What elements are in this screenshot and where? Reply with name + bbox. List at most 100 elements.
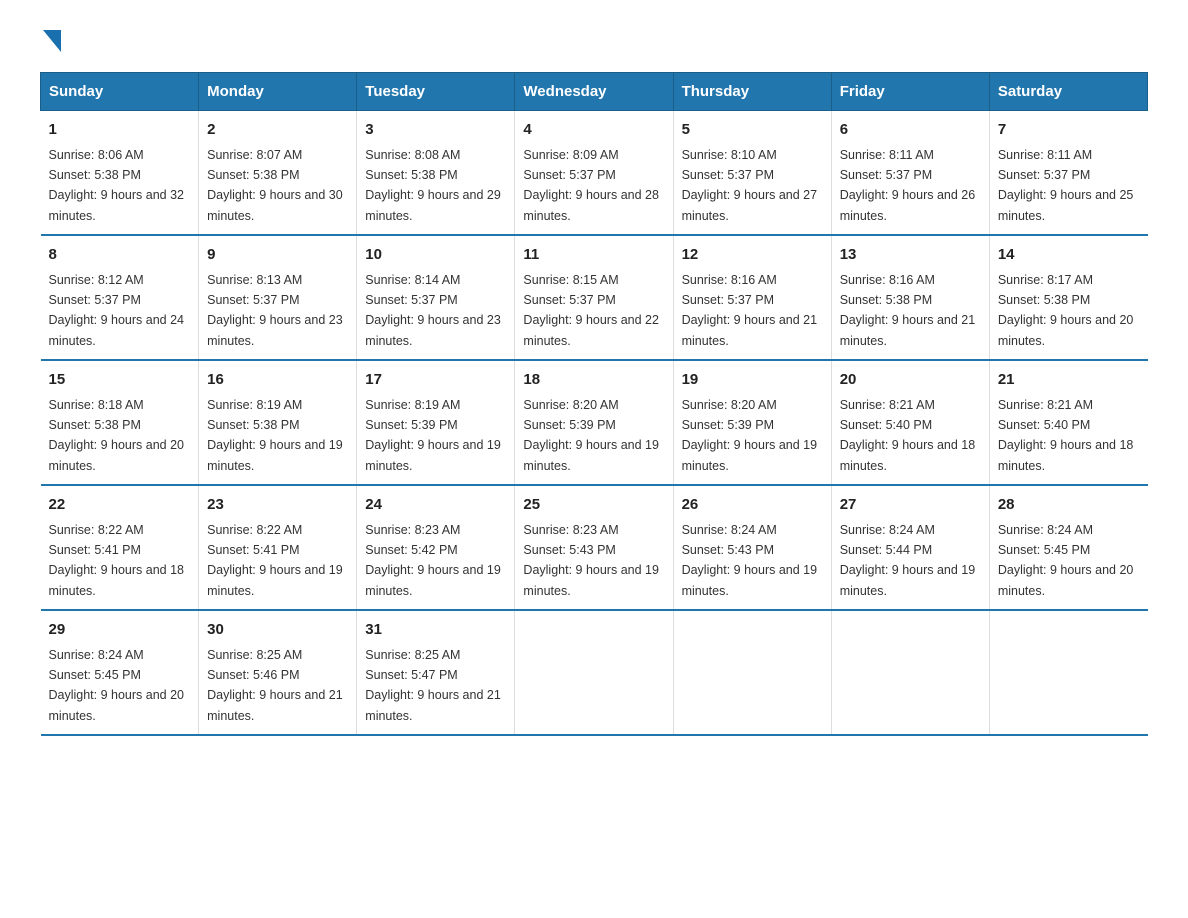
day-info: Sunrise: 8:25 AMSunset: 5:46 PMDaylight:… bbox=[207, 648, 343, 723]
header-wednesday: Wednesday bbox=[515, 73, 673, 111]
day-info: Sunrise: 8:16 AMSunset: 5:37 PMDaylight:… bbox=[682, 273, 818, 348]
day-number: 3 bbox=[365, 119, 506, 142]
table-row: 10 Sunrise: 8:14 AMSunset: 5:37 PMDayligh… bbox=[357, 235, 515, 360]
day-info: Sunrise: 8:23 AMSunset: 5:42 PMDaylight:… bbox=[365, 523, 501, 598]
header-saturday: Saturday bbox=[989, 73, 1147, 111]
table-row: 20Sunrise: 8:21 AMSunset: 5:40 PMDayligh… bbox=[831, 360, 989, 485]
day-info: Sunrise: 8:15 AMSunset: 5:37 PMDaylight:… bbox=[523, 273, 659, 348]
day-info: Sunrise: 8:11 AMSunset: 5:37 PMDaylight:… bbox=[840, 148, 976, 223]
day-info: Sunrise: 8:22 AMSunset: 5:41 PMDaylight:… bbox=[49, 523, 185, 598]
day-info: Sunrise: 8:20 AMSunset: 5:39 PMDaylight:… bbox=[523, 398, 659, 473]
header-friday: Friday bbox=[831, 73, 989, 111]
table-row: 23 Sunrise: 8:22 AMSunset: 5:41 PMDayligh… bbox=[199, 485, 357, 610]
day-info: Sunrise: 8:08 AMSunset: 5:38 PMDaylight:… bbox=[365, 148, 501, 223]
day-number: 21 bbox=[998, 369, 1140, 392]
calendar-header-row: Sunday Monday Tuesday Wednesday Thursday… bbox=[41, 73, 1148, 111]
table-row: 3 Sunrise: 8:08 AMSunset: 5:38 PMDaylight… bbox=[357, 111, 515, 236]
table-row: 21Sunrise: 8:21 AMSunset: 5:40 PMDayligh… bbox=[989, 360, 1147, 485]
table-row: 29Sunrise: 8:24 AMSunset: 5:45 PMDayligh… bbox=[41, 610, 199, 735]
day-info: Sunrise: 8:24 AMSunset: 5:45 PMDaylight:… bbox=[998, 523, 1134, 598]
day-number: 6 bbox=[840, 119, 981, 142]
day-info: Sunrise: 8:06 AMSunset: 5:38 PMDaylight:… bbox=[49, 148, 185, 223]
day-number: 1 bbox=[49, 119, 191, 142]
calendar-week-row: 15 Sunrise: 8:18 AMSunset: 5:38 PMDayligh… bbox=[41, 360, 1148, 485]
day-number: 18 bbox=[523, 369, 664, 392]
day-info: Sunrise: 8:24 AMSunset: 5:45 PMDaylight:… bbox=[49, 648, 185, 723]
day-info: Sunrise: 8:23 AMSunset: 5:43 PMDaylight:… bbox=[523, 523, 659, 598]
logo bbox=[40, 30, 61, 52]
table-row: 9Sunrise: 8:13 AMSunset: 5:37 PMDaylight… bbox=[199, 235, 357, 360]
day-number: 10 bbox=[365, 244, 506, 267]
day-number: 2 bbox=[207, 119, 348, 142]
day-number: 28 bbox=[998, 494, 1140, 517]
table-row: 17 Sunrise: 8:19 AMSunset: 5:39 PMDayligh… bbox=[357, 360, 515, 485]
day-number: 23 bbox=[207, 494, 348, 517]
table-row bbox=[831, 610, 989, 735]
day-info: Sunrise: 8:24 AMSunset: 5:44 PMDaylight:… bbox=[840, 523, 976, 598]
day-number: 8 bbox=[49, 244, 191, 267]
calendar-week-row: 29Sunrise: 8:24 AMSunset: 5:45 PMDayligh… bbox=[41, 610, 1148, 735]
header-sunday: Sunday bbox=[41, 73, 199, 111]
table-row: 16 Sunrise: 8:19 AMSunset: 5:38 PMDayligh… bbox=[199, 360, 357, 485]
day-number: 14 bbox=[998, 244, 1140, 267]
calendar-week-row: 22 Sunrise: 8:22 AMSunset: 5:41 PMDayligh… bbox=[41, 485, 1148, 610]
table-row: 11Sunrise: 8:15 AMSunset: 5:37 PMDayligh… bbox=[515, 235, 673, 360]
day-number: 7 bbox=[998, 119, 1140, 142]
table-row: 18 Sunrise: 8:20 AMSunset: 5:39 PMDayligh… bbox=[515, 360, 673, 485]
day-info: Sunrise: 8:19 AMSunset: 5:39 PMDaylight:… bbox=[365, 398, 501, 473]
day-info: Sunrise: 8:09 AMSunset: 5:37 PMDaylight:… bbox=[523, 148, 659, 223]
calendar-table: Sunday Monday Tuesday Wednesday Thursday… bbox=[40, 72, 1148, 736]
day-number: 22 bbox=[49, 494, 191, 517]
day-info: Sunrise: 8:25 AMSunset: 5:47 PMDaylight:… bbox=[365, 648, 501, 723]
day-info: Sunrise: 8:19 AMSunset: 5:38 PMDaylight:… bbox=[207, 398, 343, 473]
day-number: 17 bbox=[365, 369, 506, 392]
table-row: 31Sunrise: 8:25 AMSunset: 5:47 PMDayligh… bbox=[357, 610, 515, 735]
table-row: 1 Sunrise: 8:06 AMSunset: 5:38 PMDaylight… bbox=[41, 111, 199, 236]
day-info: Sunrise: 8:21 AMSunset: 5:40 PMDaylight:… bbox=[840, 398, 976, 473]
day-info: Sunrise: 8:24 AMSunset: 5:43 PMDaylight:… bbox=[682, 523, 818, 598]
header-tuesday: Tuesday bbox=[357, 73, 515, 111]
table-row: 19 Sunrise: 8:20 AMSunset: 5:39 PMDayligh… bbox=[673, 360, 831, 485]
table-row: 8 Sunrise: 8:12 AMSunset: 5:37 PMDaylight… bbox=[41, 235, 199, 360]
day-info: Sunrise: 8:17 AMSunset: 5:38 PMDaylight:… bbox=[998, 273, 1134, 348]
day-number: 5 bbox=[682, 119, 823, 142]
table-row: 4 Sunrise: 8:09 AMSunset: 5:37 PMDaylight… bbox=[515, 111, 673, 236]
header-thursday: Thursday bbox=[673, 73, 831, 111]
day-info: Sunrise: 8:22 AMSunset: 5:41 PMDaylight:… bbox=[207, 523, 343, 598]
table-row: 30Sunrise: 8:25 AMSunset: 5:46 PMDayligh… bbox=[199, 610, 357, 735]
day-info: Sunrise: 8:14 AMSunset: 5:37 PMDaylight:… bbox=[365, 273, 501, 348]
day-number: 13 bbox=[840, 244, 981, 267]
day-info: Sunrise: 8:13 AMSunset: 5:37 PMDaylight:… bbox=[207, 273, 343, 348]
table-row bbox=[673, 610, 831, 735]
day-info: Sunrise: 8:18 AMSunset: 5:38 PMDaylight:… bbox=[49, 398, 185, 473]
logo-triangle-icon bbox=[43, 30, 61, 52]
table-row: 6 Sunrise: 8:11 AMSunset: 5:37 PMDaylight… bbox=[831, 111, 989, 236]
header-monday: Monday bbox=[199, 73, 357, 111]
day-number: 27 bbox=[840, 494, 981, 517]
table-row: 25 Sunrise: 8:23 AMSunset: 5:43 PMDayligh… bbox=[515, 485, 673, 610]
day-number: 25 bbox=[523, 494, 664, 517]
day-number: 24 bbox=[365, 494, 506, 517]
day-info: Sunrise: 8:20 AMSunset: 5:39 PMDaylight:… bbox=[682, 398, 818, 473]
day-info: Sunrise: 8:16 AMSunset: 5:38 PMDaylight:… bbox=[840, 273, 976, 348]
day-number: 26 bbox=[682, 494, 823, 517]
table-row bbox=[989, 610, 1147, 735]
table-row: 28 Sunrise: 8:24 AMSunset: 5:45 PMDayligh… bbox=[989, 485, 1147, 610]
calendar-week-row: 8 Sunrise: 8:12 AMSunset: 5:37 PMDaylight… bbox=[41, 235, 1148, 360]
table-row: 27 Sunrise: 8:24 AMSunset: 5:44 PMDayligh… bbox=[831, 485, 989, 610]
table-row: 14 Sunrise: 8:17 AMSunset: 5:38 PMDayligh… bbox=[989, 235, 1147, 360]
table-row: 12 Sunrise: 8:16 AMSunset: 5:37 PMDayligh… bbox=[673, 235, 831, 360]
table-row: 24 Sunrise: 8:23 AMSunset: 5:42 PMDayligh… bbox=[357, 485, 515, 610]
calendar-week-row: 1 Sunrise: 8:06 AMSunset: 5:38 PMDaylight… bbox=[41, 111, 1148, 236]
day-number: 15 bbox=[49, 369, 191, 392]
table-row: 26 Sunrise: 8:24 AMSunset: 5:43 PMDayligh… bbox=[673, 485, 831, 610]
day-number: 16 bbox=[207, 369, 348, 392]
day-info: Sunrise: 8:07 AMSunset: 5:38 PMDaylight:… bbox=[207, 148, 343, 223]
day-number: 4 bbox=[523, 119, 664, 142]
table-row: 15 Sunrise: 8:18 AMSunset: 5:38 PMDayligh… bbox=[41, 360, 199, 485]
day-number: 19 bbox=[682, 369, 823, 392]
page-header bbox=[40, 30, 1148, 52]
table-row: 13 Sunrise: 8:16 AMSunset: 5:38 PMDayligh… bbox=[831, 235, 989, 360]
day-info: Sunrise: 8:12 AMSunset: 5:37 PMDaylight:… bbox=[49, 273, 185, 348]
day-number: 12 bbox=[682, 244, 823, 267]
